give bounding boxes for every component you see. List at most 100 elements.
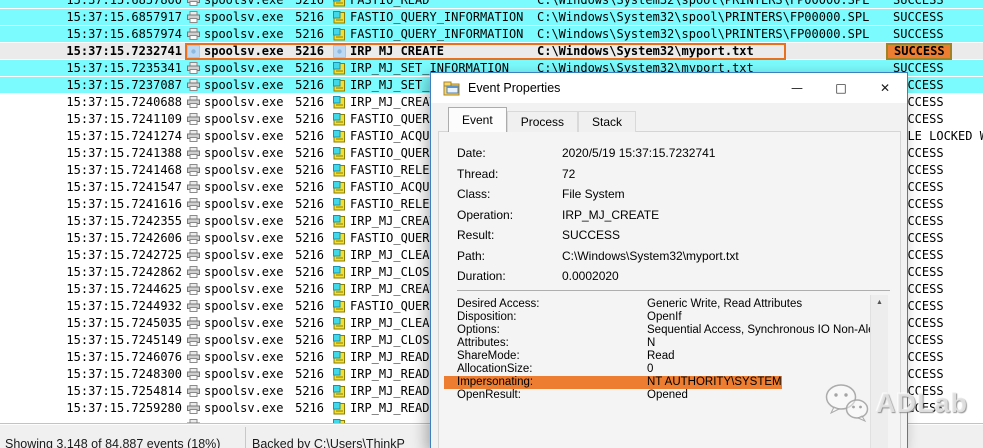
detail-row[interactable]: ShareMode:Read <box>457 350 887 363</box>
cell-time-of-day: 15:37:15.7245149 <box>0 332 182 348</box>
dialog-titlebar[interactable]: Event Properties — □ ✕ <box>431 73 907 103</box>
detail-row[interactable]: Options:Sequential Access, Synchronous I… <box>457 324 887 337</box>
cell-pid: 5216 <box>288 315 324 331</box>
event-detail-list: Desired Access:Generic Write, Read Attri… <box>457 298 887 402</box>
table-row[interactable]: 15:37:15.7232741spoolsv.exe5216IRP MJ CR… <box>0 43 983 60</box>
cell-pid: 5216 <box>288 145 324 161</box>
cell-pid: 5216 <box>288 264 324 280</box>
cell-time-of-day: 15:37:15.6857800 <box>0 0 182 8</box>
field-label: Class: <box>457 184 562 204</box>
detail-value: Read <box>647 350 675 362</box>
field-label: Duration: <box>457 266 562 286</box>
cell-operation: IRP_MJ_SET_I <box>350 77 437 93</box>
detail-value: 0 <box>647 363 653 375</box>
tab-process[interactable]: Process <box>507 111 578 132</box>
detail-scrollbar[interactable]: ▲ <box>870 295 888 448</box>
cell-process-name: spoolsv.exe <box>204 196 283 212</box>
cell-process-name: spoolsv.exe <box>204 94 283 110</box>
event-field: Class:File System <box>457 184 739 205</box>
cell-pid: 5216 <box>288 196 324 212</box>
cell-time-of-day: 15:37:15.7242725 <box>0 247 182 263</box>
detail-label: Disposition: <box>457 311 647 324</box>
event-field: Operation:IRP_MJ_CREATE <box>457 205 739 226</box>
detail-label: Desired Access: <box>457 298 647 311</box>
tab-stack[interactable]: Stack <box>578 111 636 132</box>
printer-icon <box>187 62 200 78</box>
table-row[interactable]: 15:37:15.6857800spoolsv.exe5216FASTIO_RE… <box>0 0 983 9</box>
cell-pid: 5216 <box>288 298 324 314</box>
event-properties-dialog: Event Properties — □ ✕ EventProcessStack… <box>430 72 908 448</box>
cell-operation: FASTIO_QUERY_INFORMATION <box>350 9 523 25</box>
cell-time-of-day: 15:37:15.7241547 <box>0 179 182 195</box>
detail-row[interactable]: Attributes:N <box>457 337 887 350</box>
cell-pid: 5216 <box>288 111 324 127</box>
cell-process-name: spoolsv.exe <box>204 111 283 127</box>
cell-pid: 5216 <box>288 247 324 263</box>
cell-process-name: spoolsv.exe <box>204 400 283 416</box>
scroll-up-arrow[interactable]: ▲ <box>871 295 888 311</box>
maximize-button[interactable]: □ <box>819 73 863 103</box>
cell-process-name: spoolsv.exe <box>204 0 283 8</box>
cell-result: SUCCESS <box>893 0 944 8</box>
cell-path: C:\Windows\System32\spool\PRINTERS\FP000… <box>537 0 869 8</box>
cell-operation: IRP_MJ_CLEAN <box>350 247 437 263</box>
printer-icon <box>187 45 200 62</box>
cell-process-name: spoolsv.exe <box>204 77 283 93</box>
cell-path: C:\Windows\System32\spool\PRINTERS\FP000… <box>537 9 869 25</box>
cell-time-of-day: 15:37:15.7248300 <box>0 366 182 382</box>
field-value: IRP_MJ_CREATE <box>562 208 659 222</box>
tab-event[interactable]: Event <box>448 107 507 132</box>
event-field: Path:C:\Windows\System32\myport.txt <box>457 246 739 267</box>
event-tab-page: Date:2020/5/19 15:37:15.7232741Thread:72… <box>438 131 901 448</box>
cell-pid: 5216 <box>288 162 324 178</box>
printer-icon <box>187 181 200 197</box>
field-value: SUCCESS <box>562 228 620 242</box>
detail-value: Opened <box>647 389 688 401</box>
cell-operation: FASTIO_READ <box>350 0 429 8</box>
printer-icon <box>187 198 200 214</box>
printer-icon <box>187 283 200 299</box>
close-button[interactable]: ✕ <box>863 73 907 103</box>
cell-pid: 5216 <box>288 383 324 399</box>
event-field: Thread:72 <box>457 164 739 185</box>
printer-icon <box>187 113 200 129</box>
cell-process-name: spoolsv.exe <box>204 179 283 195</box>
table-row[interactable]: 15:37:15.6857974spoolsv.exe5216FASTIO_QU… <box>0 26 983 43</box>
cell-process-name: spoolsv.exe <box>204 315 283 331</box>
cell-process-name: spoolsv.exe <box>204 9 283 25</box>
printer-icon <box>187 130 200 146</box>
cell-time-of-day: 15:37:15.7242606 <box>0 230 182 246</box>
cell-time-of-day: 15:37:15.7242862 <box>0 264 182 280</box>
detail-value: OpenIf <box>647 311 682 323</box>
detail-row-highlighted[interactable]: Impersonating:NT AUTHORITY\SYSTEM <box>444 376 782 389</box>
detail-label: Attributes: <box>457 337 647 350</box>
detail-row[interactable]: Disposition:OpenIf <box>457 311 887 324</box>
event-properties-icon <box>443 81 460 96</box>
cell-operation: FASTIO_QUERY <box>350 145 437 161</box>
cell-operation: FASTIO_ACQUI <box>350 128 437 144</box>
cell-time-of-day: 15:37:15.7242355 <box>0 213 182 229</box>
detail-row[interactable]: OpenResult:Opened <box>457 389 887 402</box>
minimize-button[interactable]: — <box>775 73 819 103</box>
cell-result: SUCCESS <box>893 9 944 25</box>
cell-process-name: spoolsv.exe <box>204 332 283 348</box>
cell-process-name: spoolsv.exe <box>204 43 283 59</box>
cell-process-name: spoolsv.exe <box>204 366 283 382</box>
detail-label: AllocationSize: <box>457 363 647 376</box>
cell-pid: 5216 <box>288 213 324 229</box>
field-value: 72 <box>562 167 575 181</box>
detail-row[interactable]: AllocationSize:0 <box>457 363 887 376</box>
cell-time-of-day: 15:37:15.7232741 <box>0 43 182 59</box>
detail-label: OpenResult: <box>457 389 647 402</box>
table-row[interactable]: 15:37:15.6857917spoolsv.exe5216FASTIO_QU… <box>0 9 983 26</box>
detail-value: Generic Write, Read Attributes <box>647 298 802 310</box>
detail-value: NT AUTHORITY\SYSTEM <box>647 376 782 388</box>
event-field: Duration:0.0002020 <box>457 266 739 287</box>
printer-icon <box>187 334 200 350</box>
printer-icon <box>187 402 200 418</box>
cell-pid: 5216 <box>288 332 324 348</box>
cell-operation: IRP_MJ_READ <box>350 383 429 399</box>
detail-row[interactable]: Desired Access:Generic Write, Read Attri… <box>457 298 887 311</box>
cell-time-of-day: 15:37:15.7246076 <box>0 349 182 365</box>
cell-process-name: spoolsv.exe <box>204 60 283 76</box>
